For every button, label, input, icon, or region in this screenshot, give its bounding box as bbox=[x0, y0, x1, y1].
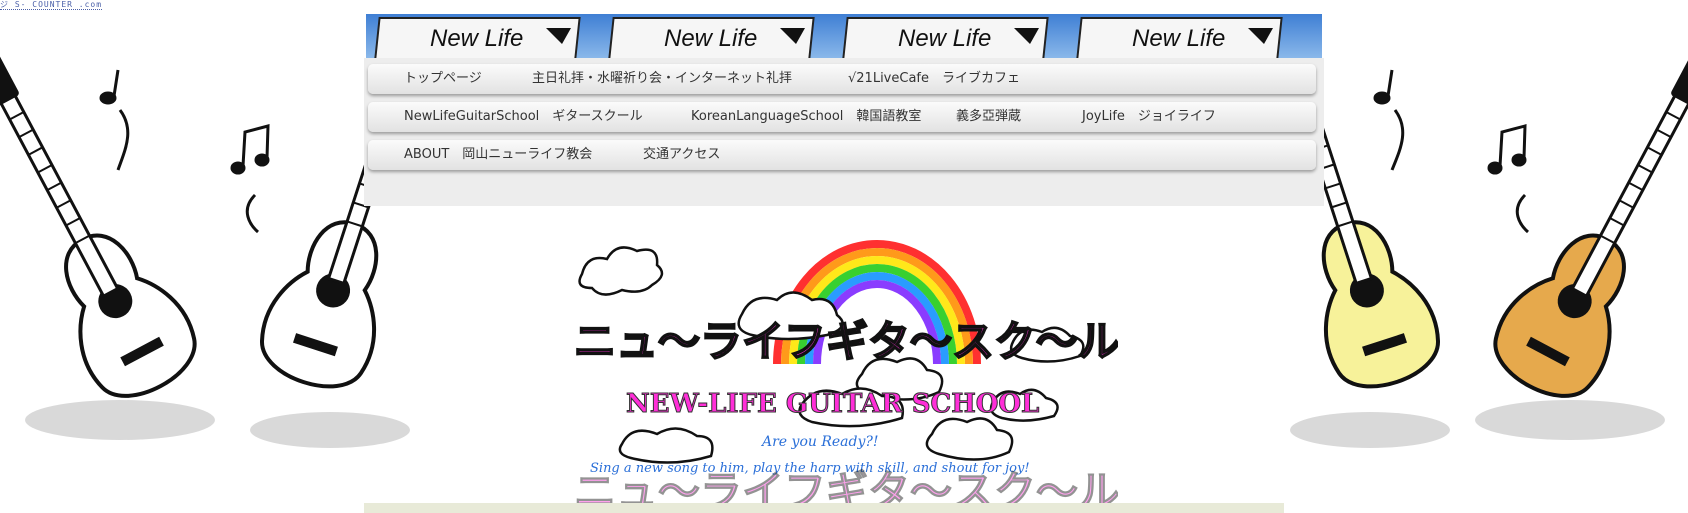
main-navigation: トップページ 主日礼拝・水曜祈り会・インターネット礼拝 √21LiveCafe … bbox=[364, 58, 1324, 206]
svg-text:New Life: New Life bbox=[664, 25, 757, 52]
nav-link-sunday-worship[interactable]: 主日礼拝・水曜祈り会・インターネット礼拝 bbox=[532, 64, 792, 94]
nav-row-2: NewLifeGuitarSchool ギタースクール KoreanLangua… bbox=[368, 102, 1316, 132]
nav-link-live-cafe[interactable]: √21LiveCafe ライブカフェ bbox=[848, 64, 1020, 94]
guitar-school-hero-image: ニュ〜ライフギタ〜スク〜ル!! NEW-LIFE GUITAR SCHOOL A… bbox=[562, 214, 1118, 505]
guitar-icon bbox=[0, 33, 209, 412]
nav-link-about[interactable]: ABOUT 岡山ニューライフ教会 bbox=[404, 140, 592, 170]
page-container: New Life New Life New Life New Life トップペ… bbox=[364, 8, 1324, 513]
svg-text:New Life: New Life bbox=[1132, 25, 1225, 52]
nav-link-top-page[interactable]: トップページ bbox=[404, 64, 482, 94]
hero-title-jp: ニュ〜ライフギタ〜スク〜ル!! bbox=[574, 317, 1118, 366]
nav-link-joylife[interactable]: JoyLife ジョイライフ bbox=[1082, 102, 1216, 132]
nav-row-1: トップページ 主日礼拝・水曜祈り会・インターネット礼拝 √21LiveCafe … bbox=[368, 64, 1316, 94]
hero-tagline-1: Are you Ready?! bbox=[760, 434, 879, 450]
svg-text:New Life: New Life bbox=[430, 25, 523, 52]
nav-link-korean-school[interactable]: KoreanLanguageSchool 韓国語教室 bbox=[691, 102, 921, 132]
nav-link-gitadanzo[interactable]: 義多亞弾蔵 bbox=[956, 102, 1021, 132]
nav-link-guitar-school[interactable]: NewLifeGuitarSchool ギタースクール bbox=[404, 102, 643, 132]
nav-link-access[interactable]: 交通アクセス bbox=[643, 140, 720, 170]
access-counter[interactable]: ジ S- COUNTER .com bbox=[0, 0, 103, 10]
hero-title-en: NEW-LIFE GUITAR SCHOOL bbox=[626, 389, 1039, 419]
svg-text:New Life: New Life bbox=[898, 25, 991, 52]
hero-illustration: ニュ〜ライフギタ〜スク〜ル!! NEW-LIFE GUITAR SCHOOL A… bbox=[573, 240, 1118, 505]
hero-title-jp-reflection: ニュ〜ライフギタ〜スク〜ル!! bbox=[574, 467, 1118, 505]
new-life-sign-banner: New Life New Life New Life New Life bbox=[373, 17, 1283, 58]
nav-row-3: ABOUT 岡山ニューライフ教会 交通アクセス bbox=[368, 140, 1316, 170]
header-banner: New Life New Life New Life New Life bbox=[366, 14, 1322, 58]
